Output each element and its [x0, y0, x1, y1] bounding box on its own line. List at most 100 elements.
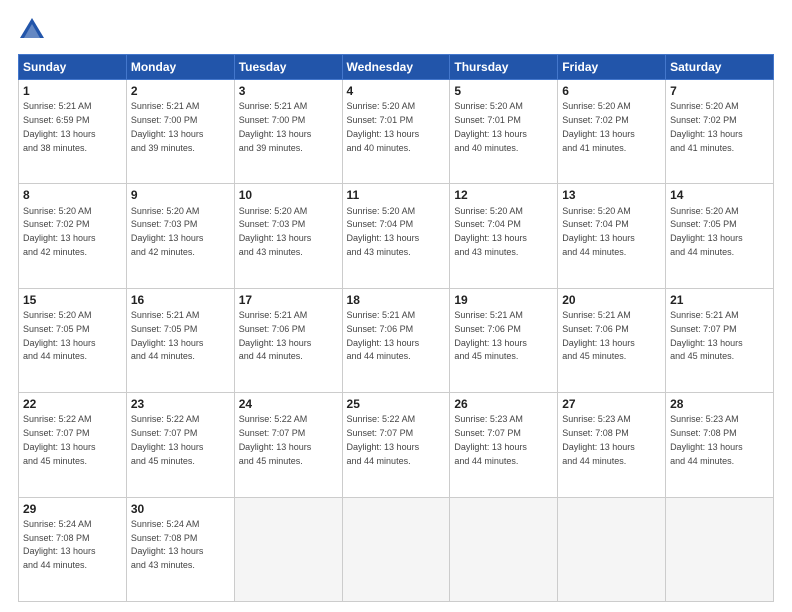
calendar-cell: 19Sunrise: 5:21 AM Sunset: 7:06 PM Dayli… [450, 288, 558, 392]
weekday-header-monday: Monday [126, 55, 234, 80]
day-number: 20 [562, 292, 661, 308]
calendar-cell: 4 Sunrise: 5:20 AM Sunset: 7:01 PM Daylig… [342, 80, 450, 184]
cell-info: Sunrise: 5:21 AM Sunset: 7:07 PM Dayligh… [670, 310, 743, 361]
calendar-cell: 23 Sunrise: 5:22 AM Sunset: 7:07 PM Dayli… [126, 393, 234, 497]
cell-info: Sunrise: 5:21 AM Sunset: 6:59 PM Dayligh… [23, 101, 96, 152]
cell-info: Sunrise: 5:23 AM Sunset: 7:08 PM Dayligh… [670, 414, 743, 465]
cell-info: Sunrise: 5:21 AM Sunset: 7:05 PM Dayligh… [131, 310, 204, 361]
day-number: 7 [670, 83, 769, 99]
day-number: 18 [347, 292, 446, 308]
calendar-cell: 8Sunrise: 5:20 AM Sunset: 7:02 PM Daylig… [19, 184, 127, 288]
calendar-cell: 5Sunrise: 5:20 AM Sunset: 7:01 PM Daylig… [450, 80, 558, 184]
cell-info: Sunrise: 5:22 AM Sunset: 7:07 PM Dayligh… [347, 414, 420, 465]
cell-info: Sunrise: 5:22 AM Sunset: 7:07 PM Dayligh… [23, 414, 96, 465]
day-number: 3 [239, 83, 338, 99]
cell-info: Sunrise: 5:21 AM Sunset: 7:06 PM Dayligh… [562, 310, 635, 361]
calendar-week-row: 8Sunrise: 5:20 AM Sunset: 7:02 PM Daylig… [19, 184, 774, 288]
day-number: 22 [23, 396, 122, 412]
calendar-table: SundayMondayTuesdayWednesdayThursdayFrid… [18, 54, 774, 602]
calendar-cell: 13 Sunrise: 5:20 AM Sunset: 7:04 PM Dayli… [558, 184, 666, 288]
calendar-cell: 3 Sunrise: 5:21 AM Sunset: 7:00 PM Daylig… [234, 80, 342, 184]
cell-info: Sunrise: 5:20 AM Sunset: 7:01 PM Dayligh… [454, 101, 527, 152]
weekday-header-thursday: Thursday [450, 55, 558, 80]
weekday-header-row: SundayMondayTuesdayWednesdayThursdayFrid… [19, 55, 774, 80]
day-number: 2 [131, 83, 230, 99]
day-number: 16 [131, 292, 230, 308]
calendar-cell: 22 Sunrise: 5:22 AM Sunset: 7:07 PM Dayli… [19, 393, 127, 497]
calendar-cell: 21 Sunrise: 5:21 AM Sunset: 7:07 PM Dayli… [666, 288, 774, 392]
day-number: 14 [670, 187, 769, 203]
calendar-week-row: 22 Sunrise: 5:22 AM Sunset: 7:07 PM Dayli… [19, 393, 774, 497]
cell-info: Sunrise: 5:20 AM Sunset: 7:04 PM Dayligh… [347, 206, 420, 257]
cell-info: Sunrise: 5:23 AM Sunset: 7:07 PM Dayligh… [454, 414, 527, 465]
calendar-cell: 10 Sunrise: 5:20 AM Sunset: 7:03 PM Dayli… [234, 184, 342, 288]
cell-info: Sunrise: 5:24 AM Sunset: 7:08 PM Dayligh… [131, 519, 204, 570]
calendar-week-row: 15Sunrise: 5:20 AM Sunset: 7:05 PM Dayli… [19, 288, 774, 392]
day-number: 1 [23, 83, 122, 99]
calendar-cell: 16 Sunrise: 5:21 AM Sunset: 7:05 PM Dayli… [126, 288, 234, 392]
cell-info: Sunrise: 5:21 AM Sunset: 7:06 PM Dayligh… [239, 310, 312, 361]
day-number: 29 [23, 501, 122, 517]
cell-info: Sunrise: 5:20 AM Sunset: 7:01 PM Dayligh… [347, 101, 420, 152]
cell-info: Sunrise: 5:22 AM Sunset: 7:07 PM Dayligh… [239, 414, 312, 465]
day-number: 10 [239, 187, 338, 203]
cell-info: Sunrise: 5:22 AM Sunset: 7:07 PM Dayligh… [131, 414, 204, 465]
cell-info: Sunrise: 5:20 AM Sunset: 7:03 PM Dayligh… [239, 206, 312, 257]
calendar-cell [234, 497, 342, 601]
calendar-cell: 27Sunrise: 5:23 AM Sunset: 7:08 PM Dayli… [558, 393, 666, 497]
day-number: 27 [562, 396, 661, 412]
calendar-cell: 18 Sunrise: 5:21 AM Sunset: 7:06 PM Dayli… [342, 288, 450, 392]
day-number: 19 [454, 292, 553, 308]
calendar-cell [558, 497, 666, 601]
day-number: 13 [562, 187, 661, 203]
cell-info: Sunrise: 5:20 AM Sunset: 7:05 PM Dayligh… [670, 206, 743, 257]
day-number: 23 [131, 396, 230, 412]
weekday-header-friday: Friday [558, 55, 666, 80]
calendar-cell: 15Sunrise: 5:20 AM Sunset: 7:05 PM Dayli… [19, 288, 127, 392]
day-number: 17 [239, 292, 338, 308]
day-number: 28 [670, 396, 769, 412]
cell-info: Sunrise: 5:20 AM Sunset: 7:03 PM Dayligh… [131, 206, 204, 257]
weekday-header-tuesday: Tuesday [234, 55, 342, 80]
day-number: 9 [131, 187, 230, 203]
calendar-week-row: 29 Sunrise: 5:24 AM Sunset: 7:08 PM Dayli… [19, 497, 774, 601]
calendar-cell: 12 Sunrise: 5:20 AM Sunset: 7:04 PM Dayli… [450, 184, 558, 288]
cell-info: Sunrise: 5:20 AM Sunset: 7:02 PM Dayligh… [562, 101, 635, 152]
calendar-cell [666, 497, 774, 601]
calendar-cell [342, 497, 450, 601]
calendar-cell: 7 Sunrise: 5:20 AM Sunset: 7:02 PM Daylig… [666, 80, 774, 184]
weekday-header-saturday: Saturday [666, 55, 774, 80]
day-number: 12 [454, 187, 553, 203]
calendar-week-row: 1 Sunrise: 5:21 AM Sunset: 6:59 PM Daylig… [19, 80, 774, 184]
logo-icon [18, 16, 46, 44]
day-number: 11 [347, 187, 446, 203]
page: SundayMondayTuesdayWednesdayThursdayFrid… [0, 0, 792, 612]
cell-info: Sunrise: 5:21 AM Sunset: 7:06 PM Dayligh… [347, 310, 420, 361]
weekday-header-sunday: Sunday [19, 55, 127, 80]
weekday-header-wednesday: Wednesday [342, 55, 450, 80]
day-number: 8 [23, 187, 122, 203]
calendar-cell: 2 Sunrise: 5:21 AM Sunset: 7:00 PM Daylig… [126, 80, 234, 184]
day-number: 24 [239, 396, 338, 412]
header [18, 16, 774, 44]
calendar-cell: 6 Sunrise: 5:20 AM Sunset: 7:02 PM Daylig… [558, 80, 666, 184]
calendar-cell: 24 Sunrise: 5:22 AM Sunset: 7:07 PM Dayli… [234, 393, 342, 497]
day-number: 21 [670, 292, 769, 308]
calendar-cell: 14 Sunrise: 5:20 AM Sunset: 7:05 PM Dayli… [666, 184, 774, 288]
calendar-cell: 20 Sunrise: 5:21 AM Sunset: 7:06 PM Dayli… [558, 288, 666, 392]
calendar-cell: 9 Sunrise: 5:20 AM Sunset: 7:03 PM Daylig… [126, 184, 234, 288]
cell-info: Sunrise: 5:21 AM Sunset: 7:00 PM Dayligh… [131, 101, 204, 152]
calendar-cell [450, 497, 558, 601]
cell-info: Sunrise: 5:20 AM Sunset: 7:04 PM Dayligh… [454, 206, 527, 257]
day-number: 6 [562, 83, 661, 99]
cell-info: Sunrise: 5:20 AM Sunset: 7:04 PM Dayligh… [562, 206, 635, 257]
cell-info: Sunrise: 5:21 AM Sunset: 7:00 PM Dayligh… [239, 101, 312, 152]
cell-info: Sunrise: 5:20 AM Sunset: 7:05 PM Dayligh… [23, 310, 96, 361]
day-number: 4 [347, 83, 446, 99]
calendar-cell: 25Sunrise: 5:22 AM Sunset: 7:07 PM Dayli… [342, 393, 450, 497]
cell-info: Sunrise: 5:24 AM Sunset: 7:08 PM Dayligh… [23, 519, 96, 570]
calendar-cell: 30Sunrise: 5:24 AM Sunset: 7:08 PM Dayli… [126, 497, 234, 601]
calendar-cell: 28 Sunrise: 5:23 AM Sunset: 7:08 PM Dayli… [666, 393, 774, 497]
cell-info: Sunrise: 5:20 AM Sunset: 7:02 PM Dayligh… [670, 101, 743, 152]
day-number: 26 [454, 396, 553, 412]
